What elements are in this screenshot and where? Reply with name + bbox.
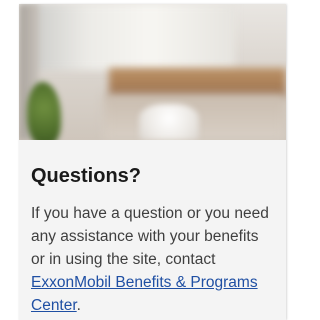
- benefits-center-link[interactable]: ExxonMobil Benefits & Programs Center: [31, 274, 258, 314]
- card-content: Questions? If you have a question or you…: [19, 140, 286, 317]
- photo-window: [25, 4, 235, 70]
- body-suffix: .: [76, 297, 81, 314]
- card-body: If you have a question or you need any a…: [31, 202, 274, 317]
- questions-card: Questions? If you have a question or you…: [19, 4, 286, 320]
- card-title: Questions?: [31, 165, 142, 187]
- photo-cup: [139, 104, 199, 140]
- body-text: If you have a question or you need any a…: [31, 205, 269, 268]
- hero-photo: [19, 4, 286, 140]
